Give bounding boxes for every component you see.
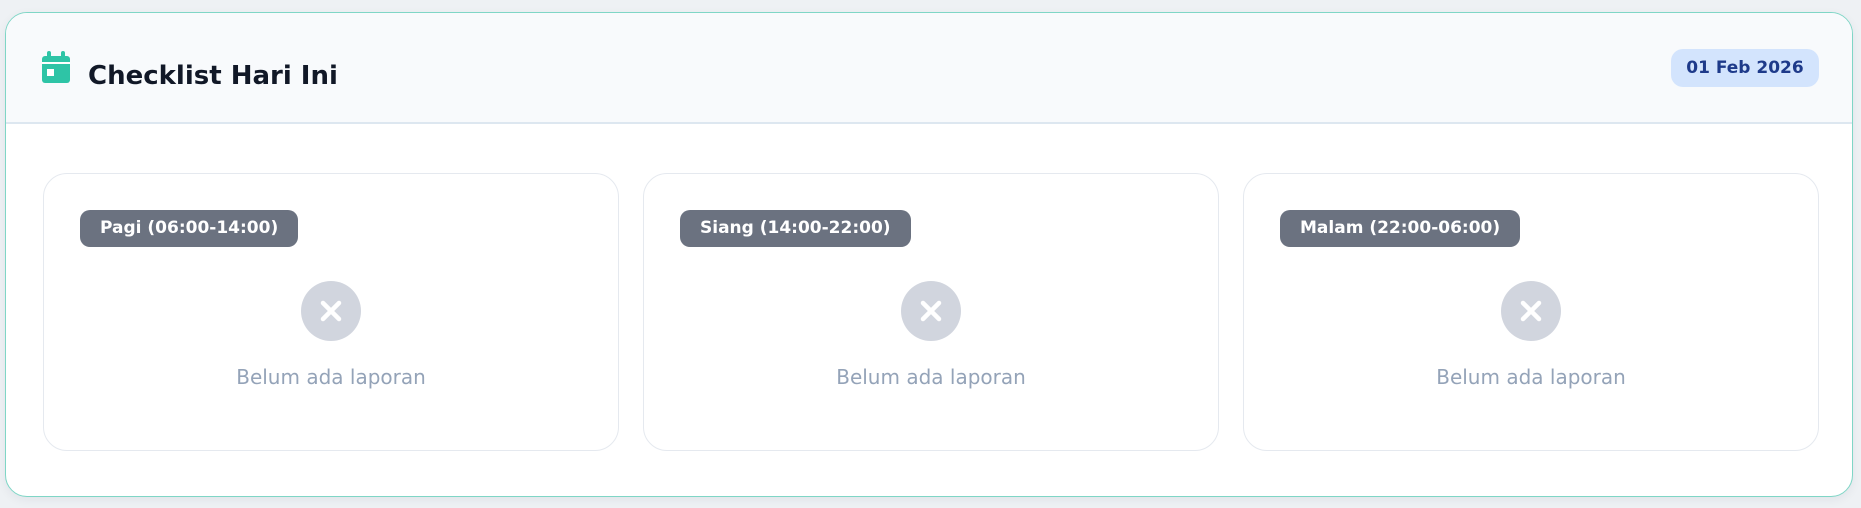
card-header: Checklist Hari Ini 01 Feb 2026 <box>6 13 1852 124</box>
shift-card-siang: Siang (14:00-22:00) Belum ada laporan <box>643 173 1219 451</box>
close-icon <box>901 281 961 341</box>
calendar-icon <box>42 51 70 83</box>
empty-status-text: Belum ada laporan <box>836 365 1026 389</box>
page-title: Checklist Hari Ini <box>88 61 338 91</box>
checklist-card: Checklist Hari Ini 01 Feb 2026 Pagi (06:… <box>5 12 1853 497</box>
empty-status-text: Belum ada laporan <box>236 365 426 389</box>
date-badge: 01 Feb 2026 <box>1671 49 1819 87</box>
shift-badge: Malam (22:00-06:00) <box>1280 210 1521 247</box>
close-icon <box>1501 281 1561 341</box>
close-icon <box>301 281 361 341</box>
shift-badge: Pagi (06:00-14:00) <box>80 210 299 247</box>
shift-badge: Siang (14:00-22:00) <box>680 210 911 247</box>
empty-status-text: Belum ada laporan <box>1436 365 1626 389</box>
shift-card-malam: Malam (22:00-06:00) Belum ada laporan <box>1243 173 1819 451</box>
shift-card-pagi: Pagi (06:00-14:00) Belum ada laporan <box>43 173 619 451</box>
